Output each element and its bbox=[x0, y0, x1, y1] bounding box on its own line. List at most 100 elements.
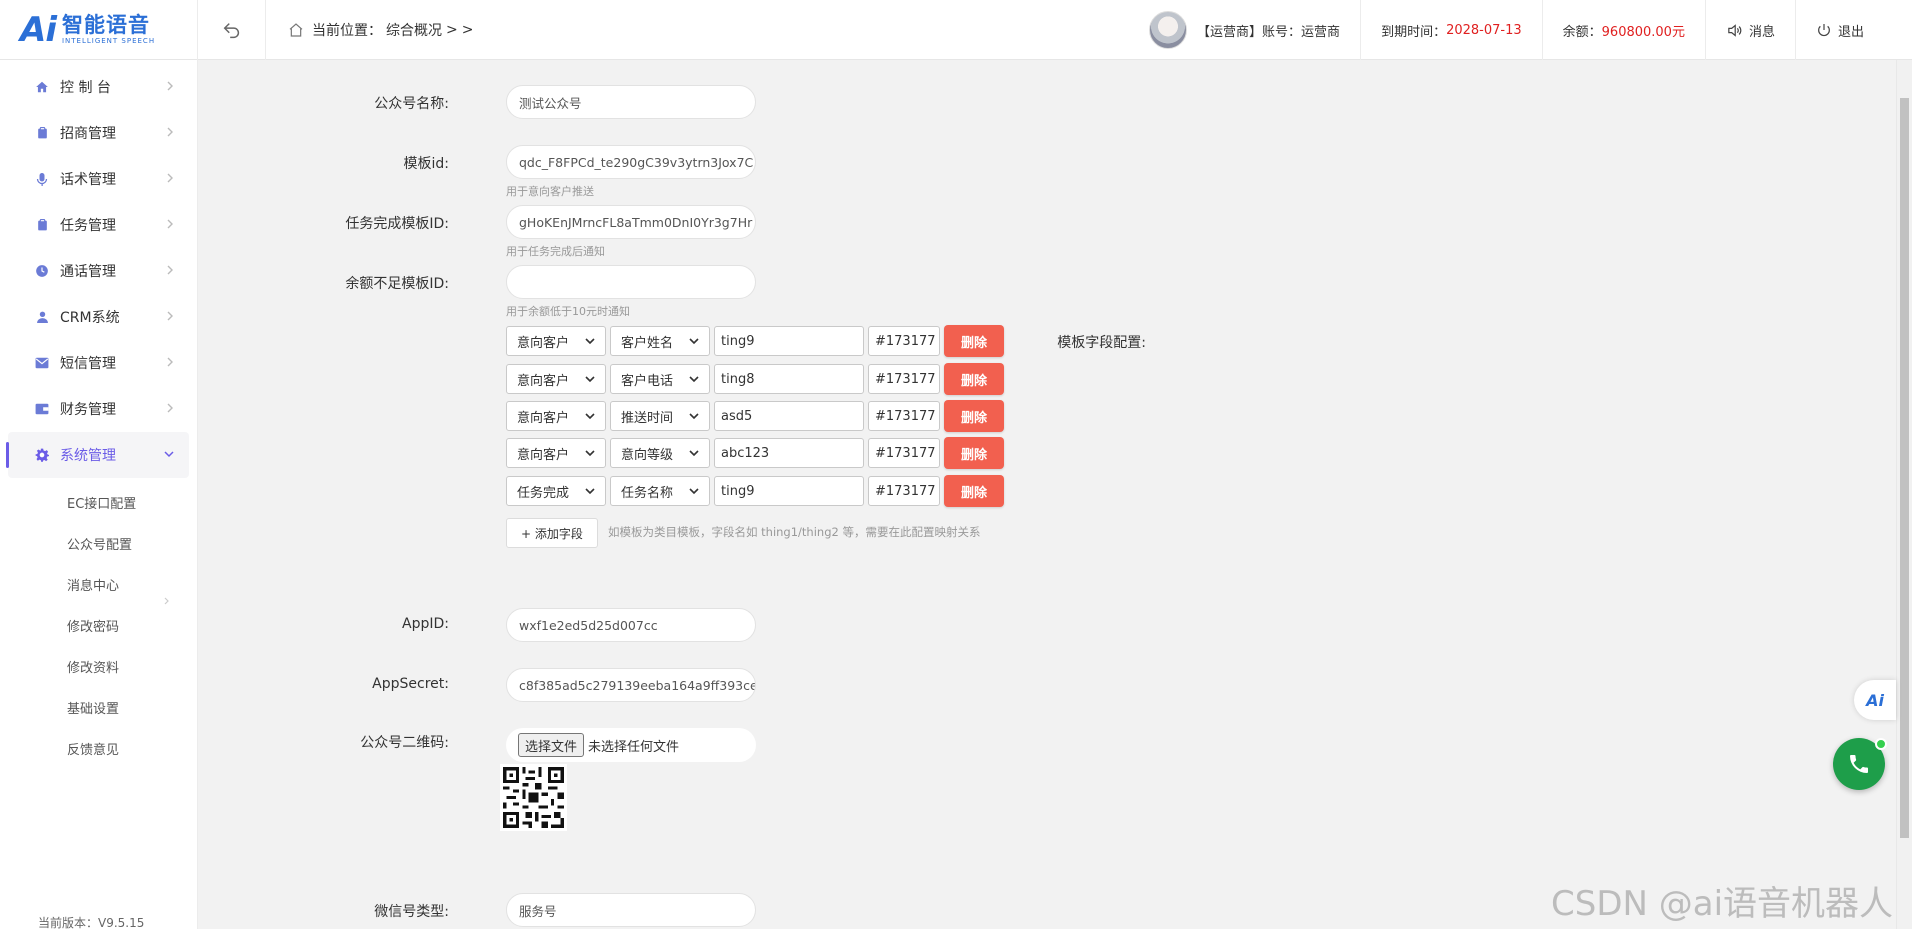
home-icon[interactable] bbox=[288, 22, 304, 38]
field-key-input[interactable]: asd5 bbox=[714, 401, 864, 431]
chevron-right-icon bbox=[167, 311, 173, 321]
home-icon bbox=[34, 79, 50, 95]
field-color-input[interactable]: #173177 bbox=[868, 438, 940, 468]
chevron-right-icon bbox=[167, 265, 173, 275]
qrcode-file-input[interactable]: 选择文件 未选择任何文件 bbox=[506, 728, 756, 762]
field-type-value: 任务完成 bbox=[517, 485, 570, 501]
sidebar-subitem-change-password[interactable]: 修改密码 bbox=[0, 605, 197, 646]
sidebar-item-label: 招商管理 bbox=[60, 126, 116, 142]
expire-info: 到期时间： 2028-07-13 bbox=[1360, 0, 1542, 60]
chevron-down-icon bbox=[689, 450, 699, 457]
sidebar-item-label: 系统管理 bbox=[60, 448, 116, 464]
name-input[interactable]: 测试公众号 bbox=[506, 85, 756, 119]
clipboard-icon bbox=[34, 217, 50, 233]
field-row: 意向客户 客户电话 ting8 #173177 删除 bbox=[506, 363, 1004, 395]
sidebar-subitem-edit-profile[interactable]: 修改资料 bbox=[0, 646, 197, 687]
sidebar-subitem-message-center[interactable]: 消息中心 bbox=[0, 564, 197, 605]
phone-icon bbox=[1850, 755, 1868, 773]
delete-button[interactable]: 删除 bbox=[944, 475, 1004, 507]
sidebar-item-tasks[interactable]: 任务管理 bbox=[8, 202, 189, 248]
field-name-value: 客户姓名 bbox=[621, 335, 674, 351]
sidebar-subitem-basic-settings[interactable]: 基础设置 bbox=[0, 687, 197, 728]
field-name-value: 客户电话 bbox=[621, 373, 674, 389]
field-type-value: 意向客户 bbox=[517, 410, 570, 426]
chevron-down-icon bbox=[585, 376, 595, 383]
sidebar-subitem-ec-api[interactable]: EC接口配置 bbox=[0, 482, 197, 523]
speaker-icon bbox=[1726, 22, 1743, 39]
vertical-scrollbar[interactable] bbox=[1896, 60, 1912, 929]
appid-input[interactable]: wxf1e2ed5d25d007cc bbox=[506, 608, 756, 642]
logo-subtitle: INTELLIGENT SPEECH bbox=[61, 37, 156, 45]
field-type-select[interactable]: 意向客户 bbox=[506, 364, 606, 394]
messages-button[interactable]: 消息 bbox=[1704, 0, 1795, 60]
sidebar-subitem-label: 消息中心 bbox=[67, 579, 120, 594]
choose-file-button[interactable]: 选择文件 bbox=[518, 733, 585, 757]
gear-icon bbox=[34, 447, 50, 463]
field-color-input[interactable]: #173177 bbox=[868, 401, 940, 431]
field-name-select[interactable]: 推送时间 bbox=[610, 401, 710, 431]
field-name-value: 推送时间 bbox=[621, 410, 674, 426]
field-type-select[interactable]: 意向客户 bbox=[506, 401, 606, 431]
field-type-select[interactable]: 意向客户 bbox=[506, 438, 606, 468]
user-info[interactable]: 【运营商】账号：运营商 bbox=[1149, 0, 1360, 60]
scrollbar-thumb[interactable] bbox=[1900, 98, 1909, 838]
template-id-label: 模板id: bbox=[403, 156, 450, 172]
breadcrumb-current[interactable]: 综合概况 bbox=[386, 20, 442, 40]
field-name-select[interactable]: 任务名称 bbox=[610, 476, 710, 506]
sidebar-subitem-official-account[interactable]: 公众号配置 bbox=[0, 523, 197, 564]
field-name-select[interactable]: 意向等级 bbox=[610, 438, 710, 468]
sidebar-item-sms[interactable]: 短信管理 bbox=[8, 340, 189, 386]
ai-assistant-button[interactable]: Ai bbox=[1854, 680, 1896, 720]
sidebar-item-label: CRM系统 bbox=[60, 310, 120, 326]
delete-button[interactable]: 删除 bbox=[944, 325, 1004, 357]
sidebar-item-dashboard[interactable]: 控 制 台 bbox=[8, 64, 189, 110]
chevron-right-icon bbox=[164, 597, 169, 605]
field-name-select[interactable]: 客户姓名 bbox=[610, 326, 710, 356]
template-id-input[interactable]: qdc_F8FPCd_te290gC39v3ytrn3Jox7C bbox=[506, 145, 756, 179]
field-key-input[interactable]: abc123 bbox=[714, 438, 864, 468]
logout-button[interactable]: 退出 bbox=[1794, 0, 1912, 60]
appsecret-input[interactable]: c8f385ad5c279139eeba164a9ff393ce bbox=[506, 668, 756, 702]
field-type-select[interactable]: 任务完成 bbox=[506, 476, 606, 506]
field-key-input[interactable]: ting9 bbox=[714, 476, 864, 506]
avatar[interactable] bbox=[1149, 11, 1188, 49]
balance-value: 960800.00元 bbox=[1601, 24, 1685, 40]
sidebar-item-scripts[interactable]: 话术管理 bbox=[8, 156, 189, 202]
balance-template-input[interactable] bbox=[506, 265, 756, 299]
sidebar-item-calls[interactable]: 通话管理 bbox=[8, 248, 189, 294]
delete-button[interactable]: 删除 bbox=[944, 400, 1004, 432]
logo-title: 智能语音 bbox=[61, 13, 150, 37]
field-type-select[interactable]: 意向客户 bbox=[506, 326, 606, 356]
sidebar-subitem-feedback[interactable]: 反馈意见 bbox=[0, 728, 197, 769]
ai-logo-icon: Ai bbox=[1866, 690, 1884, 710]
task-template-input[interactable]: gHoKEnJMrncFL8aTmm0DnI0Yr3g7Hr bbox=[506, 205, 756, 239]
sidebar-item-finance[interactable]: 财务管理 bbox=[8, 386, 189, 432]
task-template-label: 任务完成模板ID: bbox=[345, 216, 449, 232]
main-content: 公众号名称: 测试公众号 模板id: qdc_F8FPCd_te290gC39v… bbox=[199, 60, 1896, 929]
logo[interactable]: Ai 智能语音 INTELLIGENT SPEECH bbox=[0, 0, 198, 60]
field-color-input[interactable]: #173177 bbox=[868, 476, 940, 506]
field-key-input[interactable]: ting9 bbox=[714, 326, 864, 356]
sidebar-item-label: 短信管理 bbox=[60, 356, 116, 372]
field-color-input[interactable]: #173177 bbox=[868, 326, 940, 356]
add-field-button[interactable]: + 添加字段 bbox=[506, 518, 598, 548]
clock-icon bbox=[34, 263, 50, 279]
back-button[interactable] bbox=[198, 0, 266, 60]
sidebar-item-system[interactable]: 系统管理 bbox=[6, 432, 189, 478]
field-type-value: 意向客户 bbox=[517, 373, 570, 389]
wechat-type-input[interactable]: 服务号 bbox=[506, 893, 756, 927]
field-type-value: 意向客户 bbox=[517, 335, 570, 351]
sidebar-item-label: 话术管理 bbox=[60, 172, 116, 188]
sidebar-item-crm[interactable]: CRM系统 bbox=[8, 294, 189, 340]
field-color-input[interactable]: #173177 bbox=[868, 364, 940, 394]
chevron-down-icon bbox=[585, 450, 595, 457]
call-button[interactable] bbox=[1833, 738, 1887, 790]
balance-template-label: 余额不足模板ID: bbox=[345, 276, 449, 292]
field-row: 意向客户 推送时间 asd5 #173177 删除 bbox=[506, 400, 1004, 432]
field-row: 意向客户 客户姓名 ting9 #173177 删除 bbox=[506, 325, 1004, 357]
delete-button[interactable]: 删除 bbox=[944, 437, 1004, 469]
sidebar-item-merchants[interactable]: 招商管理 bbox=[8, 110, 189, 156]
delete-button[interactable]: 删除 bbox=[944, 363, 1004, 395]
field-name-select[interactable]: 客户电话 bbox=[610, 364, 710, 394]
field-key-input[interactable]: ting8 bbox=[714, 364, 864, 394]
